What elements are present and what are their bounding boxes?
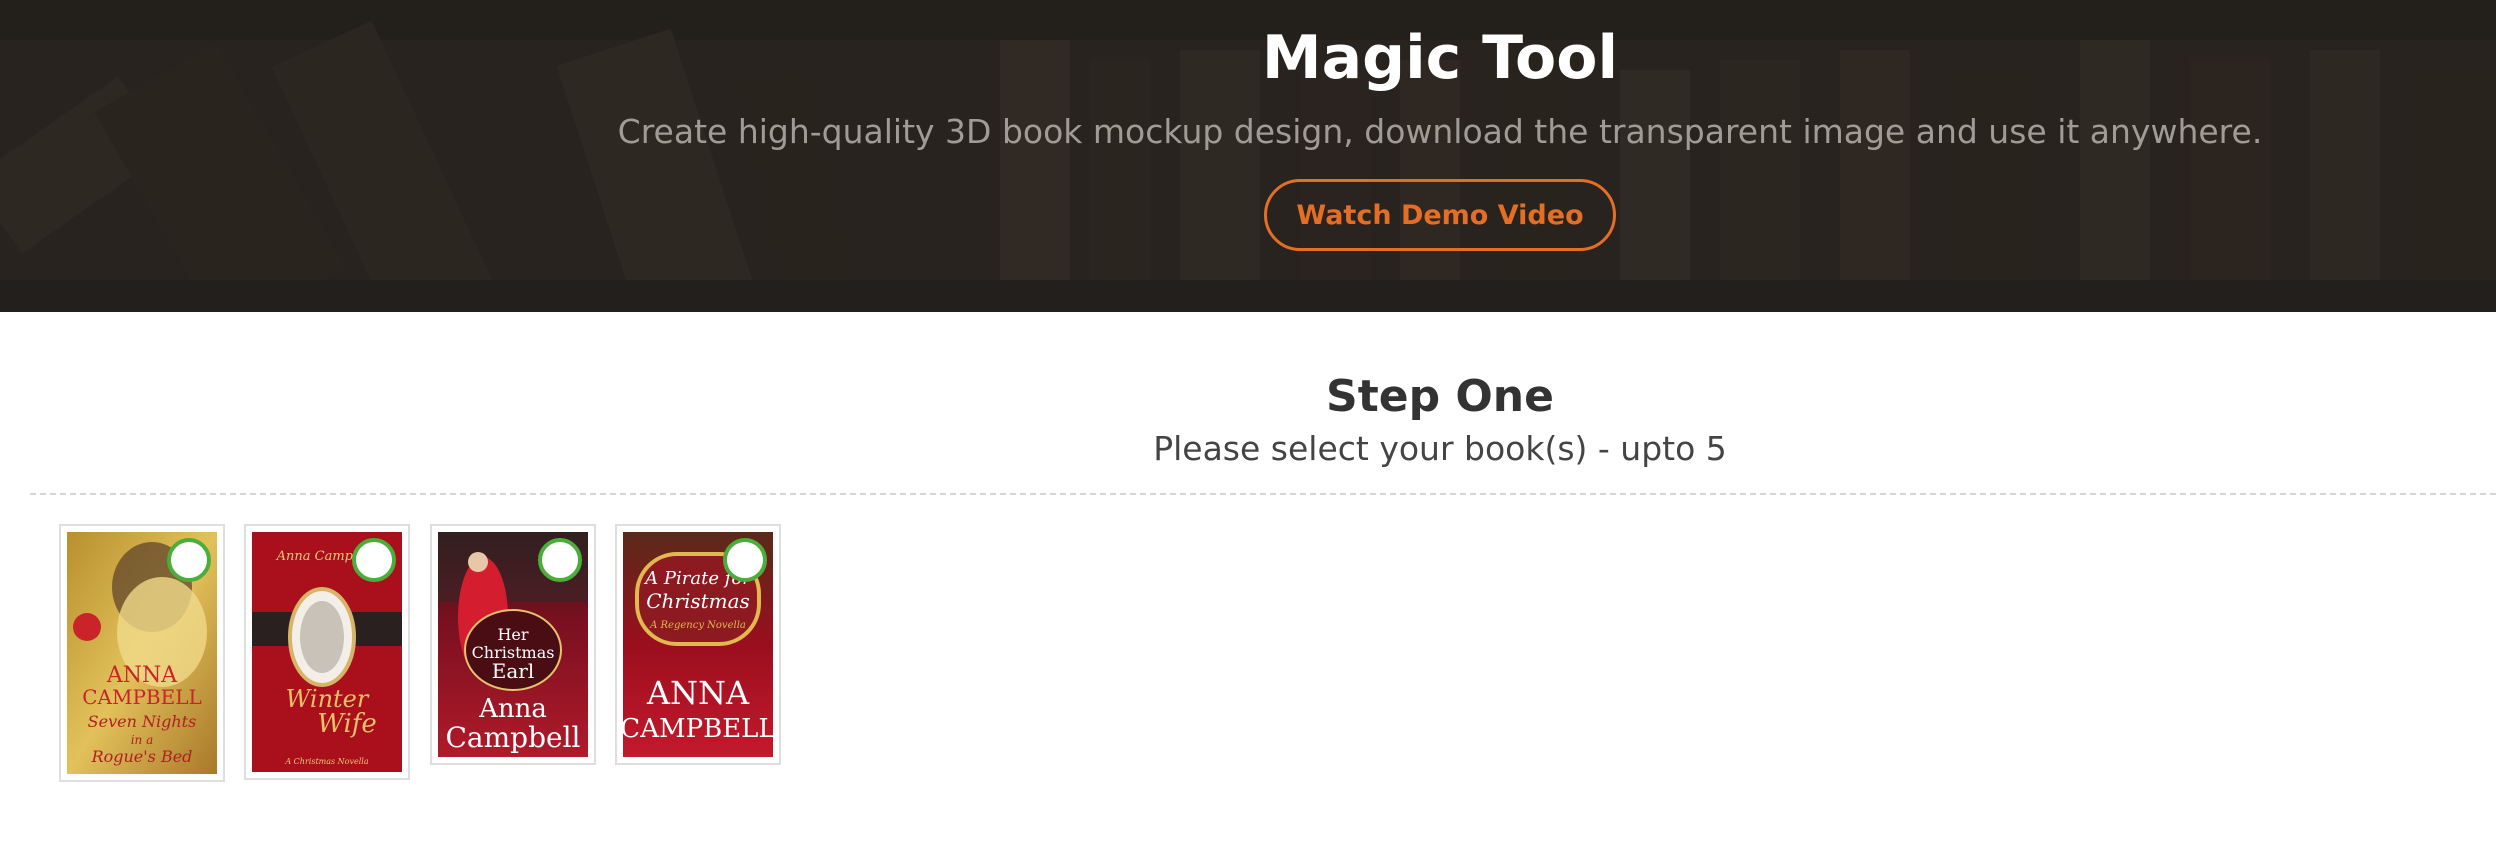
step-title: Step One [1326,371,1554,422]
book-option-her-christmas-earl[interactable]: Her Christmas Earl Anna Campbell [430,524,596,765]
page-title: Magic Tool [1261,23,1619,93]
svg-text:Christmas: Christmas [646,589,750,613]
svg-text:Rogue's Bed: Rogue's Bed [91,747,193,766]
svg-text:Wife: Wife [317,709,377,739]
svg-text:Her: Her [497,625,528,644]
select-checkbox-circle[interactable] [352,538,396,582]
select-checkbox-circle[interactable] [723,538,767,582]
watch-demo-video-button[interactable]: Watch Demo Video [1264,179,1616,251]
section-divider [30,493,2496,495]
svg-text:A Regency Novella: A Regency Novella [649,620,746,631]
svg-text:in a: in a [131,733,154,747]
book-option-winter-wife[interactable]: Anna Campbell Winter Wife A Christmas No… [244,524,410,780]
svg-text:CAMPBELL: CAMPBELL [623,714,773,744]
page-subtitle: Create high-quality 3D book mockup desig… [617,112,2263,151]
svg-text:ANNA: ANNA [646,674,750,712]
svg-text:CAMPBELL: CAMPBELL [82,685,202,709]
svg-text:Anna: Anna [478,694,547,724]
svg-text:Earl: Earl [492,659,534,683]
svg-text:Seven Nights: Seven Nights [88,712,197,731]
step-instructions: Please select your book(s) - upto 5 [1153,429,1727,468]
book-option-seven-nights[interactable]: ANNA CAMPBELL Seven Nights in a Rogue's … [59,524,225,782]
select-checkbox-circle[interactable] [167,538,211,582]
svg-text:A Christmas Novella: A Christmas Novella [284,757,368,766]
select-checkbox-circle[interactable] [538,538,582,582]
svg-text:Campbell: Campbell [446,721,581,754]
book-option-pirate-for-christmas[interactable]: A Pirate for Christmas A Regency Novella… [615,524,781,765]
hero-banner: Magic Tool Create high-quality 3D book m… [0,0,2496,312]
